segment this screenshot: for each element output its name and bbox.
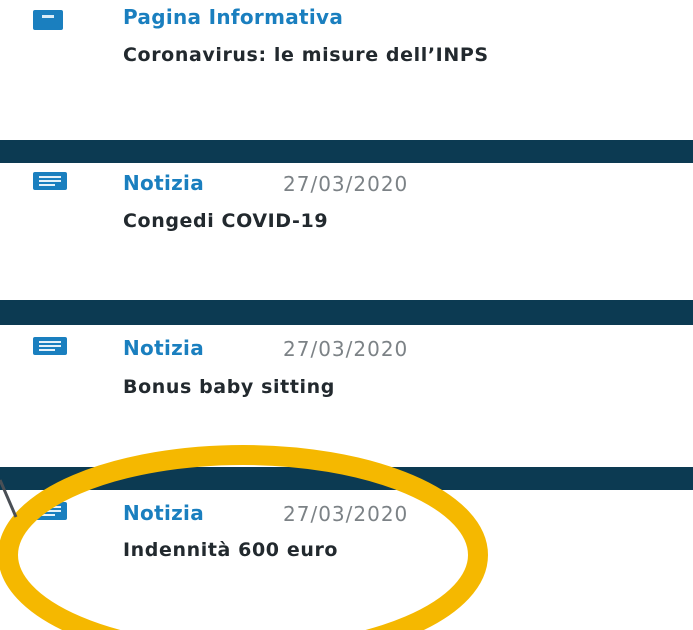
section-divider	[0, 300, 693, 325]
result-type-label[interactable]: Pagina Informativa	[123, 5, 343, 29]
section-divider	[0, 467, 693, 490]
result-type-label[interactable]: Notizia	[123, 336, 204, 360]
news-icon	[33, 502, 67, 520]
news-icon	[33, 337, 67, 355]
result-title[interactable]: Bonus baby sitting	[123, 376, 335, 398]
document-icon	[33, 10, 63, 30]
result-title[interactable]: Coronavirus: le misure dell’INPS	[123, 44, 489, 66]
search-results-page: Pagina Informativa Coronavirus: le misur…	[0, 0, 693, 630]
result-date: 27/03/2020	[283, 337, 409, 361]
news-icon	[33, 172, 67, 190]
result-title[interactable]: Indennità 600 euro	[123, 539, 338, 561]
result-card[interactable]: Notizia 27/03/2020 Indennità 600 euro	[0, 490, 693, 630]
result-card[interactable]: Notizia 27/03/2020 Congedi COVID-19	[0, 163, 693, 300]
result-type-label[interactable]: Notizia	[123, 171, 204, 195]
result-card[interactable]: Pagina Informativa Coronavirus: le misur…	[0, 0, 693, 140]
section-divider	[0, 140, 693, 163]
result-date: 27/03/2020	[283, 502, 409, 526]
result-title[interactable]: Congedi COVID-19	[123, 210, 328, 232]
result-card[interactable]: Notizia 27/03/2020 Bonus baby sitting	[0, 325, 693, 467]
result-type-label[interactable]: Notizia	[123, 501, 204, 525]
result-date: 27/03/2020	[283, 172, 409, 196]
